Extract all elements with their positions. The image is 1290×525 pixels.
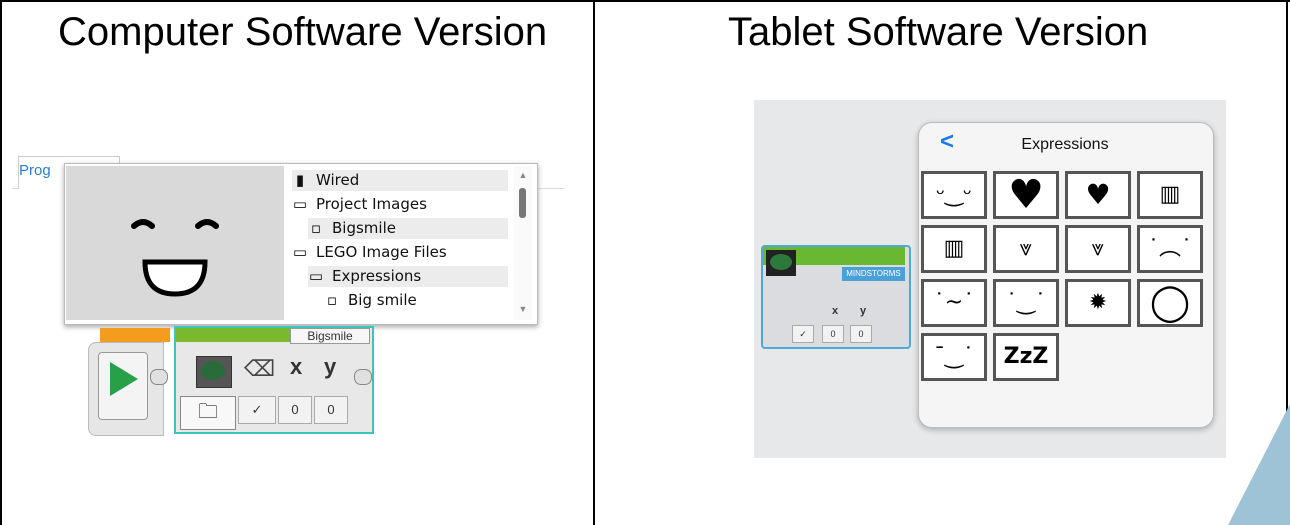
play-icon bbox=[110, 362, 138, 396]
computer-version-heading: Computer Software Version bbox=[58, 10, 548, 54]
y-param-label: y bbox=[860, 305, 867, 317]
tablet-block-tag: MINDSTORMS bbox=[842, 267, 905, 281]
folder-icon: ▭ bbox=[292, 243, 308, 261]
folder-icon: ▭ bbox=[292, 195, 308, 213]
decorative-corner-shape bbox=[1228, 404, 1290, 525]
table-border-left bbox=[0, 0, 2, 525]
file-tree-item[interactable]: ▭ LEGO Image Files bbox=[292, 242, 508, 263]
sequence-connector-icon bbox=[354, 369, 372, 385]
file-tree-item[interactable]: ▫ Bigsmile bbox=[308, 218, 508, 239]
table-border-top bbox=[0, 0, 1290, 2]
speech-bubble-icon[interactable]: ◯ bbox=[1137, 279, 1203, 327]
panel-title: Expressions bbox=[1021, 136, 1109, 153]
file-icon: ▫ bbox=[310, 219, 322, 237]
scroll-down-icon[interactable]: ▼ bbox=[517, 304, 529, 314]
small-heart-icon[interactable]: ♥ bbox=[1065, 171, 1131, 219]
brick-icon: ▮ bbox=[295, 171, 305, 189]
x-param-label: x bbox=[832, 305, 839, 317]
wink-face-icon[interactable]: ˉ‿˙ bbox=[921, 333, 987, 381]
y-value-input[interactable]: 0 bbox=[314, 396, 348, 424]
image-preview bbox=[66, 166, 284, 320]
file-icon: ▫ bbox=[326, 291, 338, 309]
x-param-label: x bbox=[290, 354, 303, 379]
y-param-label: y bbox=[324, 354, 337, 379]
image-name-label[interactable]: Bigsmile bbox=[290, 328, 370, 344]
mouth-icon[interactable]: ▥ bbox=[1137, 171, 1203, 219]
y-value-input[interactable]: 0 bbox=[850, 325, 872, 343]
brick-display-icon bbox=[201, 361, 225, 380]
smile-face-icon[interactable]: ˙‿˙ bbox=[993, 279, 1059, 327]
file-tree: ▮ Wired ▭ Project Images ▫ Bigsmile ▭ LEGO I… bbox=[286, 166, 514, 320]
x-value-input[interactable]: 0 bbox=[278, 396, 312, 424]
teeth-icon[interactable]: ▥ bbox=[921, 225, 987, 273]
file-tree-item[interactable]: ▭ Project Images bbox=[292, 194, 508, 215]
file-tree-item[interactable]: ▮ Wired bbox=[292, 170, 508, 191]
sick-face-icon[interactable]: ˙~˙ bbox=[921, 279, 987, 327]
fangs-small-icon[interactable]: ⩔ bbox=[1065, 225, 1131, 273]
fangs-icon[interactable]: ⩔ bbox=[993, 225, 1059, 273]
expressions-panel bbox=[918, 122, 1214, 428]
clear-checkbox[interactable]: ✓ bbox=[238, 396, 276, 424]
scroll-up-icon[interactable]: ▲ bbox=[517, 170, 529, 180]
angry-scribble-icon[interactable]: ✹ bbox=[1065, 279, 1131, 327]
brick-display-icon bbox=[770, 254, 792, 270]
big-smile-icon[interactable]: ᵕ‿ᵕ bbox=[921, 171, 987, 219]
program-tab-label: Prog bbox=[19, 162, 51, 179]
clear-screen-icon: ⌫ bbox=[244, 356, 276, 381]
sequence-connector-icon bbox=[150, 369, 168, 385]
sleep-zzz-icon[interactable]: ZzZ bbox=[993, 333, 1059, 381]
start-block-header bbox=[100, 328, 170, 342]
table-border-middle bbox=[593, 0, 595, 525]
big-heart-icon[interactable]: ♥ bbox=[993, 171, 1059, 219]
file-tree-scrollbar[interactable]: ▲ ▼ bbox=[514, 166, 532, 320]
file-tree-item[interactable]: ▭ Expressions bbox=[308, 266, 508, 287]
big-smile-preview-icon bbox=[131, 219, 219, 297]
tablet-version-heading: Tablet Software Version bbox=[728, 10, 1149, 54]
scrollbar-thumb[interactable] bbox=[519, 188, 526, 218]
file-tree-item[interactable]: ▫ Big smile bbox=[324, 290, 508, 311]
sad-face-icon[interactable]: ˙︵˙ bbox=[1137, 225, 1203, 273]
clear-checkbox[interactable]: ✓ bbox=[792, 325, 814, 343]
x-value-input[interactable]: 0 bbox=[822, 325, 844, 343]
file-select-button[interactable]: 🗀 bbox=[180, 396, 236, 430]
folder-icon: ▭ bbox=[308, 267, 324, 285]
